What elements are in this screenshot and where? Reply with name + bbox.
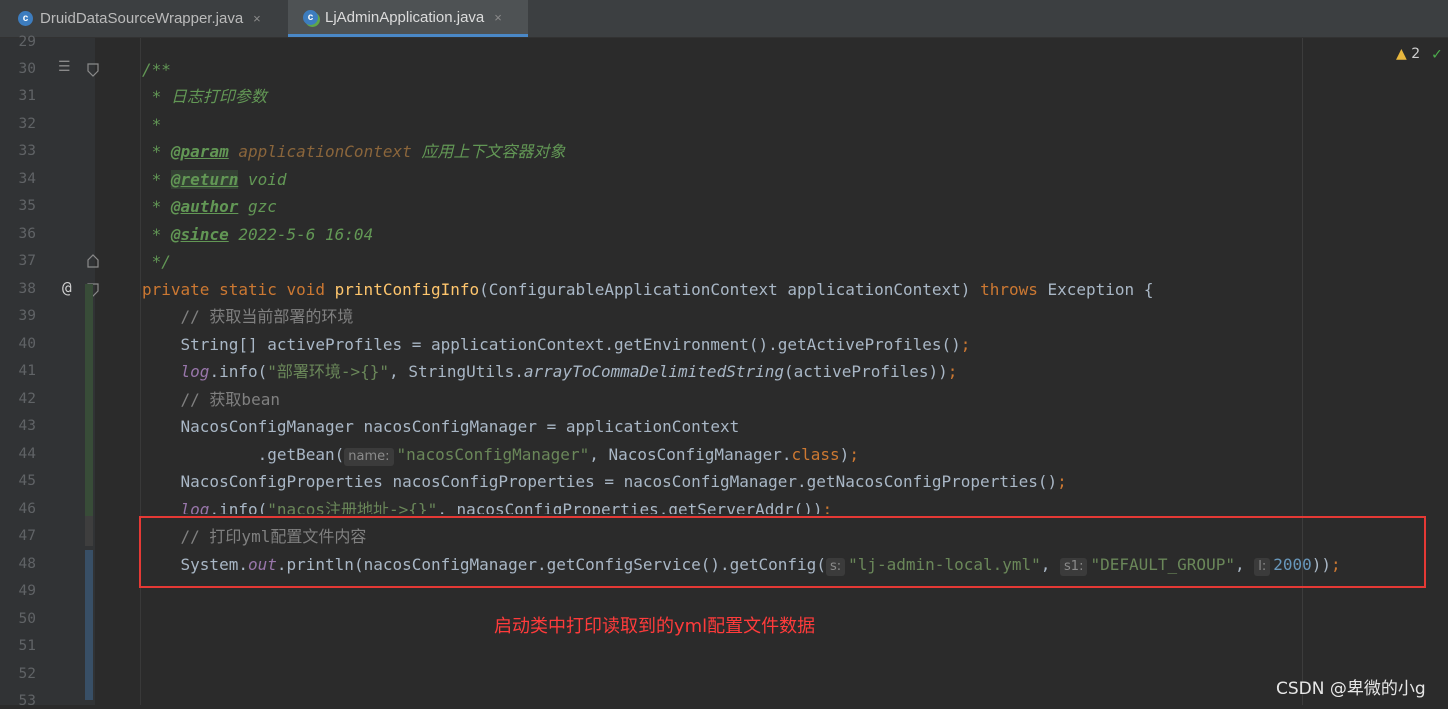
parameter-hint: name: — [344, 448, 394, 466]
editor-gutter[interactable]: 29 30 31 32 33 34 35 36 37 38 39 40 41 4… — [0, 34, 99, 709]
code-line-44: .getBean(name: "nacosConfigManager", Naco… — [142, 445, 859, 466]
close-icon[interactable]: × — [253, 11, 261, 26]
annotation-text: 启动类中打印读取到的yml配置文件数据 — [494, 616, 816, 637]
line-number: 48 — [18, 556, 36, 572]
tab-label: DruidDataSourceWrapper.java — [40, 10, 244, 27]
tab-druid-datasource-wrapper[interactable]: c DruidDataSourceWrapper.java × — [0, 0, 286, 37]
class-c-icon: c — [18, 11, 33, 26]
line-number: 38 — [18, 281, 36, 297]
code-line-39: // 获取当前部署的环境 — [142, 307, 354, 326]
right-margin-guide — [1302, 38, 1303, 705]
code-line-30: /** — [142, 60, 171, 79]
line-number: 33 — [18, 143, 36, 159]
line-number: 49 — [18, 583, 36, 599]
line-number: 52 — [18, 666, 36, 682]
render-doc-icon[interactable]: ☰ — [58, 59, 71, 75]
line-number: 44 — [18, 446, 36, 462]
line-number: 36 — [18, 226, 36, 242]
code-line-35: * @author gzc — [142, 197, 277, 216]
code-line-40: String[] activeProfiles = applicationCon… — [142, 335, 971, 354]
code-editor[interactable]: /** * 日志打印参数 * * @param applicationConte… — [95, 38, 1448, 705]
override-at-icon[interactable]: @ — [62, 278, 72, 297]
line-number: 35 — [18, 198, 36, 214]
code-line-38: private static void printConfigInfo(Conf… — [142, 280, 1154, 299]
code-line-32: * — [142, 115, 162, 134]
line-number: 32 — [18, 116, 36, 132]
line-number: 50 — [18, 611, 36, 627]
code-line-37: */ — [142, 252, 171, 271]
line-number: 30 — [18, 61, 36, 77]
springboot-class-icon: c — [303, 9, 318, 25]
line-number: 53 — [18, 693, 36, 709]
line-number: 42 — [18, 391, 36, 407]
highlight-box — [139, 516, 1426, 588]
watermark: CSDN @卑微的小g — [1276, 679, 1426, 699]
line-number: 51 — [18, 638, 36, 654]
code-line-43: NacosConfigManager nacosConfigManager = … — [142, 417, 740, 436]
code-line-33: * @param applicationContext 应用上下文容器对象 — [142, 142, 566, 161]
code-line-31: * 日志打印参数 — [142, 87, 267, 106]
line-number: 34 — [18, 171, 36, 187]
indent-guide — [140, 38, 141, 705]
tab-label: LjAdminApplication.java — [325, 8, 485, 26]
line-number: 31 — [18, 88, 36, 104]
inspection-widget[interactable]: ▲ 2 — [1396, 46, 1420, 62]
warning-count: 2 — [1411, 46, 1421, 62]
code-line-46: log.info("nacos注册地址->{}", nacosConfigPro… — [180, 500, 833, 514]
code-line-36: * @since 2022-5-6 16:04 — [142, 225, 374, 244]
vcs-added-marker — [85, 550, 93, 700]
code-line-42: // 获取bean — [142, 390, 280, 409]
line-number: 46 — [18, 501, 36, 517]
vcs-changed-marker — [85, 284, 93, 516]
close-icon[interactable]: × — [494, 10, 502, 25]
code-line-41: log.info("部署环境->{}", StringUtils.arrayTo… — [180, 362, 958, 381]
warning-triangle-icon: ▲ — [1396, 46, 1407, 62]
line-number: 47 — [18, 528, 36, 544]
editor-tab-bar: c DruidDataSourceWrapper.java × c LjAdmi… — [0, 0, 1448, 38]
line-number: 43 — [18, 418, 36, 434]
line-number: 45 — [18, 473, 36, 489]
vcs-changed-marker — [85, 516, 93, 546]
code-line-45: NacosConfigProperties nacosConfigPropert… — [142, 472, 1067, 491]
double-check-icon[interactable]: ✓ — [1432, 44, 1442, 63]
line-number: 29 — [18, 34, 36, 50]
code-line-34: * @return void — [142, 170, 287, 189]
line-number: 40 — [18, 336, 36, 352]
line-number: 39 — [18, 308, 36, 324]
line-number: 37 — [18, 253, 36, 269]
line-number: 41 — [18, 363, 36, 379]
tab-lj-admin-application[interactable]: c LjAdminApplication.java × — [288, 0, 528, 37]
